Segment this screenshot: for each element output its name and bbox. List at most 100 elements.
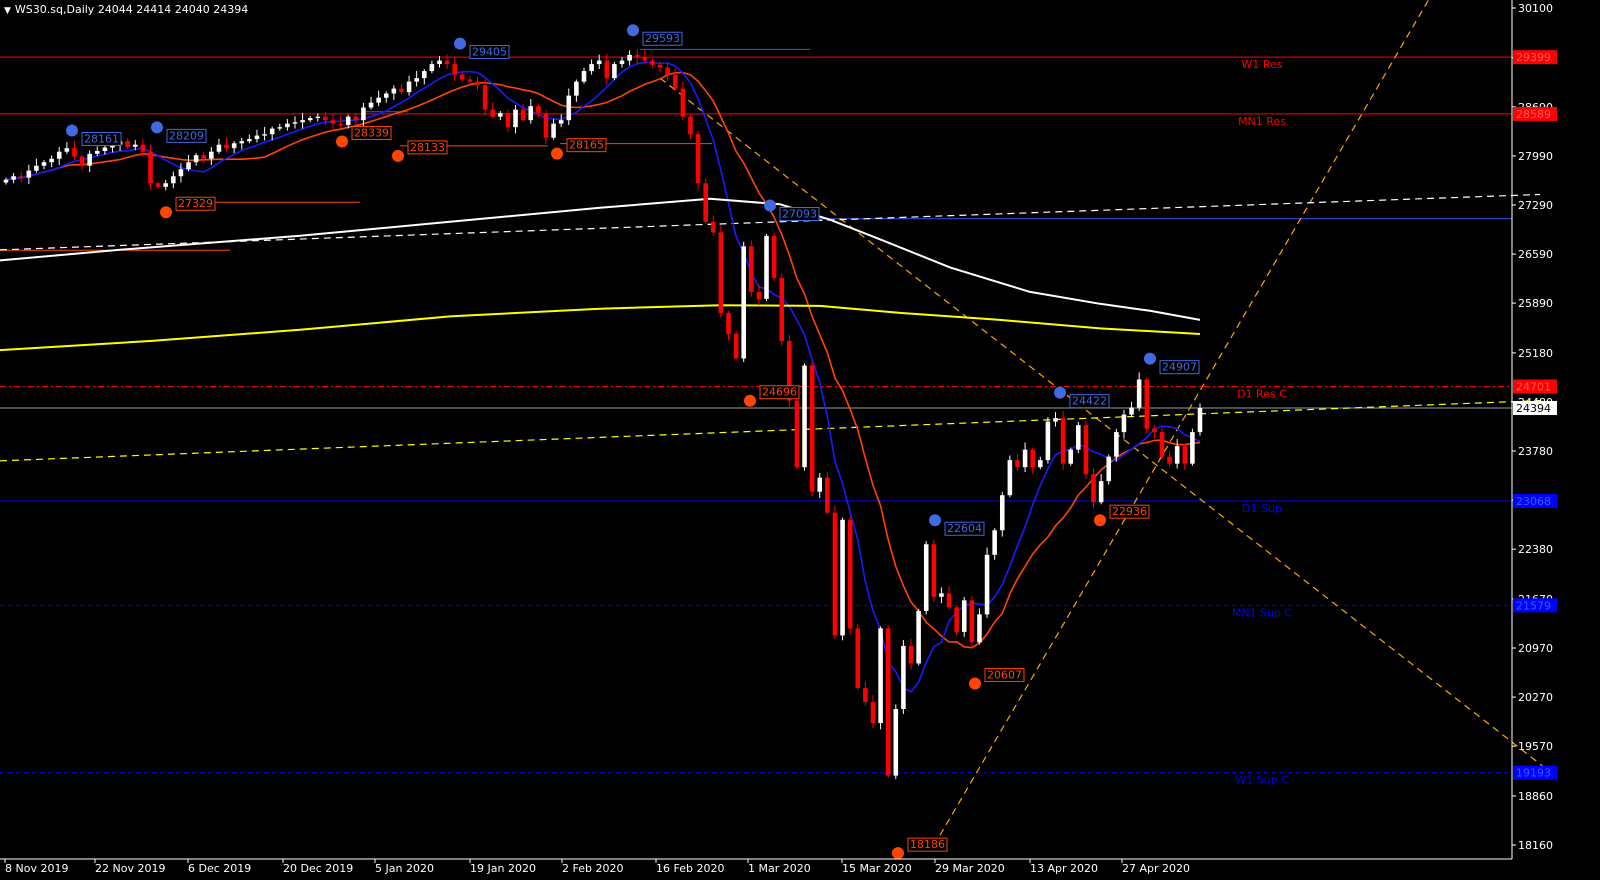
candle-body: [1076, 425, 1081, 450]
candle-body: [3, 179, 9, 183]
candle-body: [1098, 481, 1104, 503]
x-tick-label: 20 Dec 2019: [283, 862, 353, 875]
candle-body: [1045, 421, 1051, 461]
dropdown-triangle-icon[interactable]: ▼: [4, 6, 11, 16]
candle-body: [726, 312, 731, 334]
candle-body: [551, 123, 556, 138]
candle-body: [665, 67, 670, 75]
y-tick-label: 27290: [1518, 199, 1553, 212]
candle-body: [779, 277, 785, 341]
candle-body: [300, 120, 305, 123]
candle-body: [650, 60, 655, 65]
candle-body: [1015, 460, 1020, 468]
candle-body: [870, 701, 876, 724]
swing-low-dot: [160, 206, 172, 219]
candle-body: [102, 147, 108, 152]
candle-body: [201, 155, 207, 159]
candle-body: [231, 143, 237, 149]
candle-body: [931, 544, 937, 597]
candle-body: [1007, 460, 1013, 496]
candle-body: [916, 610, 921, 664]
candle-body: [634, 54, 640, 58]
candle-body: [1068, 449, 1073, 464]
swing-high-label: 24907: [1162, 361, 1197, 374]
candle-body: [946, 593, 952, 608]
x-tick-label: 29 Mar 2020: [935, 862, 1005, 875]
candle-body: [749, 246, 754, 292]
candle-body: [209, 151, 214, 159]
candle-body: [612, 64, 617, 79]
y-tick-label: 20970: [1518, 642, 1553, 655]
chart-canvas[interactable]: W1 Res MN1 Res D1 Res C D1 Sup MN1 Sup C W1 S…: [0, 0, 1600, 876]
candle-body: [543, 113, 549, 138]
candle-body: [832, 512, 838, 636]
candle-body: [376, 97, 381, 103]
candle-body: [140, 144, 146, 152]
level-axis-tag-label: 24701: [1516, 380, 1551, 393]
candle-body: [399, 88, 404, 93]
level-label: MN1 Res: [1238, 115, 1286, 128]
candle-body: [414, 78, 419, 82]
swing-low-dot: [1094, 514, 1106, 527]
swing-low-dot: [392, 149, 404, 162]
candle-body: [566, 95, 572, 121]
candle-body: [863, 687, 868, 702]
swing-high-dot: [627, 24, 639, 37]
y-tick-label: 23780: [1518, 445, 1553, 458]
level-axis-tag-label: 23068: [1516, 495, 1551, 508]
candle-body: [452, 64, 457, 75]
candle-body: [672, 74, 678, 89]
swing-high-label: 29405: [472, 46, 507, 59]
candle-body: [239, 141, 245, 144]
candle-body: [307, 118, 313, 121]
candle-body: [429, 64, 435, 72]
candle-body: [619, 60, 625, 65]
candle-body: [1053, 418, 1058, 422]
swing-high-label: 27093: [782, 207, 817, 220]
candle-body: [406, 81, 412, 93]
y-tick-label: 22380: [1518, 543, 1553, 556]
swing-high-label: 29593: [645, 32, 680, 45]
candle-body: [460, 74, 465, 80]
candle-body: [1174, 446, 1180, 464]
candle-body: [992, 530, 997, 555]
candle-body: [178, 169, 184, 177]
x-tick-label: 13 Apr 2020: [1030, 862, 1098, 875]
candle-body: [999, 495, 1005, 531]
swing-high-dot: [151, 121, 163, 134]
price-chart[interactable]: W1 Res MN1 Res D1 Res C D1 Sup MN1 Sup C W1 S…: [0, 0, 1600, 876]
candle-body: [923, 544, 929, 611]
candle-body: [794, 400, 800, 468]
candle-body: [847, 519, 853, 629]
candle-body: [421, 71, 427, 79]
candle-body: [878, 628, 883, 724]
x-tick-label: 19 Jan 2020: [470, 862, 536, 875]
candle-body: [688, 116, 693, 135]
swing-low-label: 18186: [910, 838, 945, 851]
candle-body: [49, 158, 54, 163]
chart-title-text: WS30.sq,Daily 24044 24414 24040 24394: [14, 3, 249, 16]
chart-background: [0, 0, 1600, 876]
candle-body: [885, 628, 891, 776]
swing-low-dot: [892, 847, 904, 860]
candle-body: [513, 109, 518, 128]
level-label: MN1 Sup C: [1232, 606, 1293, 619]
candle-body: [277, 127, 283, 129]
candle-body: [437, 60, 442, 65]
x-tick-label: 27 Apr 2020: [1122, 862, 1190, 875]
candle-body: [1091, 474, 1096, 503]
level-axis-tag-label: 29399: [1516, 51, 1551, 64]
candle-body: [18, 176, 24, 178]
candle-body: [589, 64, 594, 72]
x-tick-label: 15 Mar 2020: [842, 862, 912, 875]
chart-title: ▼ WS30.sq,Daily 24044 24414 24040 24394: [4, 3, 248, 16]
candle-body: [216, 144, 222, 152]
level-label: W1 Res: [1241, 58, 1282, 71]
y-tick-label: 18160: [1518, 839, 1553, 852]
candle-body: [1060, 418, 1066, 464]
candle-body: [254, 135, 260, 140]
candle-body: [444, 60, 450, 65]
candle-body: [802, 365, 807, 468]
y-tick-label: 18860: [1518, 790, 1553, 803]
candle-body: [1197, 407, 1203, 433]
